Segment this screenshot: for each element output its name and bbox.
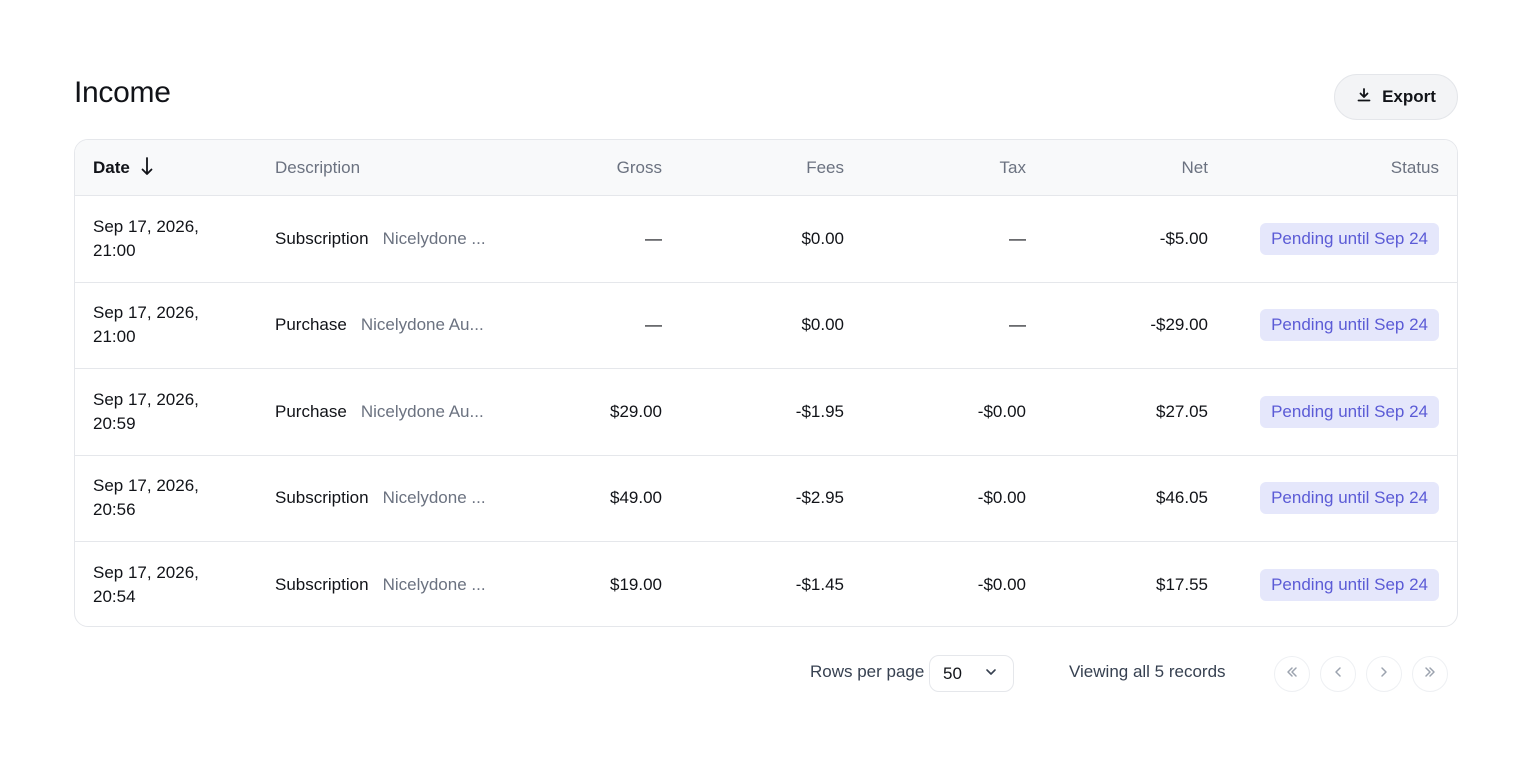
page-title: Income (74, 76, 171, 109)
export-button[interactable]: Export (1334, 74, 1458, 120)
rows-per-page-value: 50 (943, 663, 962, 683)
status-badge: Pending until Sep 24 (1260, 222, 1439, 255)
chevron-right-icon (1377, 665, 1391, 684)
column-header-fees[interactable]: Fees (806, 140, 844, 196)
chevrons-right-icon (1423, 665, 1437, 684)
status-badge: Pending until Sep 24 (1260, 395, 1439, 428)
gross-cell: — (645, 315, 662, 335)
first-page-button[interactable] (1274, 656, 1310, 692)
transaction-type: Subscription (275, 228, 369, 248)
table-header: Date Description Gross Fees Tax Net Stat… (75, 140, 1457, 196)
date-cell: Sep 17, 2026, 21:00 (93, 216, 199, 260)
table-row[interactable]: Sep 17, 2026, 21:00 Subscription Nicelydo… (75, 196, 1457, 283)
previous-page-button[interactable] (1320, 656, 1356, 692)
date-cell: Sep 17, 2026, 20:56 (93, 476, 199, 520)
transaction-type: Purchase (275, 315, 347, 335)
status-badge: Pending until Sep 24 (1260, 569, 1439, 602)
net-cell: -$29.00 (1150, 315, 1208, 335)
table-row[interactable]: Sep 17, 2026, 20:59 Purchase Nicelydone A… (75, 369, 1457, 456)
column-header-description[interactable]: Description (275, 140, 360, 196)
status-cell: Pending until Sep 24 (1260, 196, 1439, 282)
net-cell: $27.05 (1156, 401, 1208, 421)
export-label: Export (1382, 87, 1436, 106)
product-name: Nicelydone ... (382, 575, 486, 595)
date-cell: Sep 17, 2026, 20:54 (93, 563, 199, 607)
description-cell: Subscription Nicelydone ... (275, 196, 486, 282)
column-header-date[interactable]: Date (93, 140, 154, 196)
last-page-button[interactable] (1412, 656, 1448, 692)
download-icon (1356, 87, 1372, 108)
table-row[interactable]: Sep 17, 2026, 20:54 Subscription Nicelydo… (75, 542, 1457, 626)
tax-cell: — (1009, 315, 1026, 335)
gross-cell: $29.00 (610, 401, 662, 421)
description-cell: Subscription Nicelydone ... (275, 456, 486, 542)
table-row[interactable]: Sep 17, 2026, 21:00 Purchase Nicelydone A… (75, 283, 1457, 369)
date-cell: Sep 17, 2026, 20:59 (93, 389, 199, 433)
gross-cell: $49.00 (610, 488, 662, 508)
column-header-tax[interactable]: Tax (1000, 140, 1026, 196)
net-cell: $17.55 (1156, 575, 1208, 595)
net-cell: -$5.00 (1159, 228, 1208, 248)
tax-cell: -$0.00 (977, 488, 1026, 508)
fees-cell: -$2.95 (795, 488, 844, 508)
transaction-type: Subscription (275, 575, 369, 595)
chevron-down-icon (984, 664, 998, 684)
transaction-type: Subscription (275, 488, 369, 508)
tax-cell: — (1009, 228, 1026, 248)
status-cell: Pending until Sep 24 (1260, 456, 1439, 542)
status-badge: Pending until Sep 24 (1260, 309, 1439, 342)
description-cell: Subscription Nicelydone ... (275, 542, 486, 626)
chevrons-left-icon (1285, 665, 1299, 684)
date-cell: Sep 17, 2026, 21:00 (93, 303, 199, 347)
gross-cell: $19.00 (610, 575, 662, 595)
fees-cell: $0.00 (801, 315, 844, 335)
product-name: Nicelydone Au... (360, 401, 484, 421)
rows-per-page-select[interactable]: 50 (929, 655, 1014, 692)
fees-cell: -$1.95 (795, 401, 844, 421)
gross-cell: — (645, 228, 662, 248)
income-table: Date Description Gross Fees Tax Net Stat… (74, 139, 1458, 627)
status-badge: Pending until Sep 24 (1260, 482, 1439, 515)
chevron-left-icon (1331, 665, 1345, 684)
status-cell: Pending until Sep 24 (1260, 283, 1439, 369)
table-row[interactable]: Sep 17, 2026, 20:56 Subscription Nicelydo… (75, 456, 1457, 542)
product-name: Nicelydone Au... (360, 315, 484, 335)
status-cell: Pending until Sep 24 (1260, 369, 1439, 455)
records-count: Viewing all 5 records (1069, 662, 1226, 681)
tax-cell: -$0.00 (977, 401, 1026, 421)
column-header-net[interactable]: Net (1182, 140, 1208, 196)
product-name: Nicelydone ... (382, 488, 486, 508)
table-body: Sep 17, 2026, 21:00 Subscription Nicelydo… (75, 196, 1457, 626)
tax-cell: -$0.00 (977, 575, 1026, 595)
net-cell: $46.05 (1156, 488, 1208, 508)
product-name: Nicelydone ... (382, 228, 486, 248)
column-header-status[interactable]: Status (1391, 140, 1439, 196)
next-page-button[interactable] (1366, 656, 1402, 692)
column-header-gross[interactable]: Gross (617, 140, 662, 196)
description-cell: Purchase Nicelydone Au... (275, 283, 484, 369)
arrow-down-icon (140, 156, 154, 181)
status-cell: Pending until Sep 24 (1260, 542, 1439, 626)
transaction-type: Purchase (275, 401, 347, 421)
fees-cell: $0.00 (801, 228, 844, 248)
rows-per-page-label: Rows per page (810, 662, 925, 681)
description-cell: Purchase Nicelydone Au... (275, 369, 484, 455)
fees-cell: -$1.45 (795, 575, 844, 595)
